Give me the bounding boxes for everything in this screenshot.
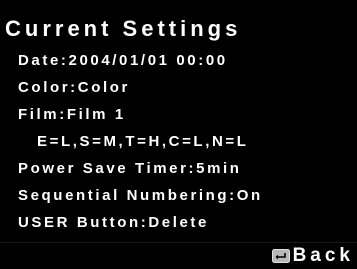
film-setting: Film:Film 1: [18, 106, 126, 123]
color-setting: Color:Color: [18, 79, 130, 96]
current-settings-screen: Current Settings Date:2004/01/01 00:00 C…: [0, 0, 357, 269]
user-button-setting: USER Button:Delete: [18, 214, 209, 231]
return-button-icon: [271, 249, 290, 263]
screen-title: Current Settings: [5, 16, 242, 41]
power-save-timer-setting: Power Save Timer:5min: [18, 160, 242, 177]
footer-bar: Back: [0, 242, 357, 269]
back-label: Back: [292, 245, 354, 266]
back-button[interactable]: Back: [271, 245, 354, 267]
sequential-numbering-setting: Sequential Numbering:On: [18, 187, 263, 204]
film-parameters: E=L,S=M,T=H,C=L,N=L: [37, 133, 249, 150]
date-setting: Date:2004/01/01 00:00: [18, 52, 228, 69]
